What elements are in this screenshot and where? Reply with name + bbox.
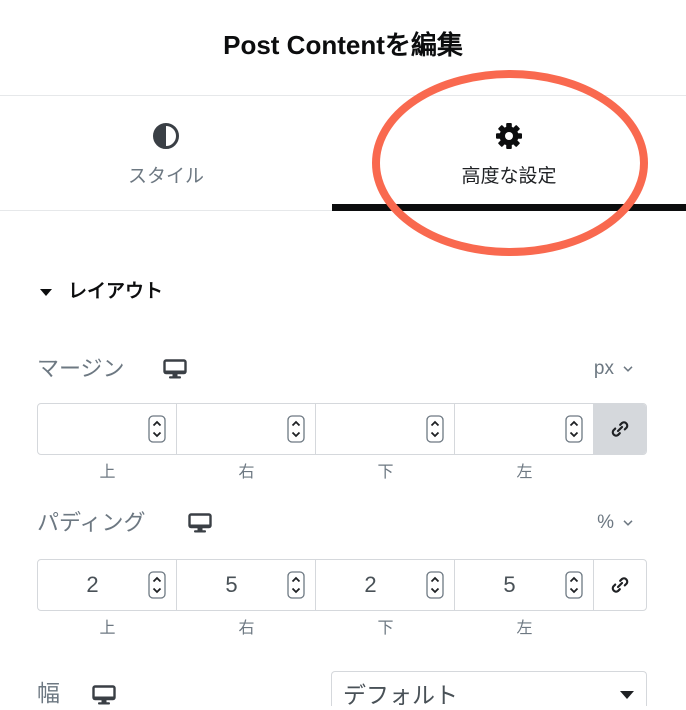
margin-right-cell — [177, 404, 316, 454]
padding-side-labels: 上 右 下 左 — [38, 618, 594, 640]
side-label-left: 左 — [516, 620, 533, 637]
desktop-icon[interactable] — [92, 685, 116, 705]
margin-dimensions — [37, 403, 647, 455]
side-label-top: 上 — [99, 464, 116, 481]
width-label: 幅 — [37, 680, 60, 706]
side-label-top: 上 — [99, 620, 116, 637]
spinner-icon[interactable] — [565, 571, 583, 599]
margin-top-input[interactable] — [38, 404, 147, 454]
section-layout-toggle[interactable]: レイアウト — [40, 279, 163, 305]
margin-bottom-input[interactable] — [316, 404, 425, 454]
padding-left-input[interactable] — [455, 560, 564, 610]
tab-advanced[interactable]: 高度な設定 — [332, 96, 686, 211]
desktop-icon[interactable] — [163, 359, 187, 379]
gear-icon — [495, 122, 523, 150]
link-icon — [610, 419, 630, 439]
spinner-icon[interactable] — [287, 415, 305, 443]
margin-unit-select[interactable]: px — [594, 355, 633, 383]
padding-link-values-button[interactable] — [594, 560, 646, 610]
padding-unit-value: % — [597, 512, 614, 533]
caret-down-icon — [620, 691, 634, 699]
padding-dimensions — [37, 559, 647, 611]
padding-bottom-cell — [316, 560, 455, 610]
link-icon — [610, 575, 630, 595]
chevron-down-icon — [623, 520, 633, 526]
active-tab-indicator — [332, 204, 686, 211]
width-select[interactable]: デフォルト — [331, 671, 647, 708]
padding-label: パディング — [37, 510, 146, 535]
margin-label: マージン — [37, 356, 125, 381]
spinner-icon[interactable] — [287, 571, 305, 599]
padding-bottom-input[interactable] — [316, 560, 425, 610]
side-label-left: 左 — [516, 464, 533, 481]
section-title: レイアウト — [68, 281, 164, 302]
padding-top-input[interactable] — [38, 560, 147, 610]
margin-left-cell — [455, 404, 594, 454]
side-label-bottom: 下 — [377, 464, 394, 481]
spinner-icon[interactable] — [426, 415, 444, 443]
spinner-icon[interactable] — [148, 571, 166, 599]
margin-right-input[interactable] — [177, 404, 286, 454]
side-label-right: 右 — [238, 464, 255, 481]
padding-right-input[interactable] — [177, 560, 286, 610]
caret-down-icon — [40, 288, 52, 296]
margin-bottom-cell — [316, 404, 455, 454]
chevron-down-icon — [623, 366, 633, 372]
spinner-icon[interactable] — [426, 571, 444, 599]
margin-side-labels: 上 右 下 左 — [38, 462, 594, 484]
margin-unit-value: px — [593, 358, 614, 379]
side-label-bottom: 下 — [377, 620, 394, 637]
padding-unit-select[interactable]: % — [597, 509, 633, 537]
tab-style-label: スタイル — [127, 166, 204, 187]
panel-title: Post Contentを編集 — [223, 30, 463, 60]
spinner-icon[interactable] — [148, 415, 166, 443]
panel-tabs: スタイル 高度な設定 — [0, 96, 686, 211]
side-label-right: 右 — [238, 620, 255, 637]
spinner-icon[interactable] — [565, 415, 583, 443]
padding-top-cell — [38, 560, 177, 610]
tab-style[interactable]: スタイル — [0, 96, 332, 210]
margin-left-input[interactable] — [455, 404, 564, 454]
tab-advanced-label: 高度な設定 — [461, 166, 557, 187]
contrast-icon — [152, 122, 180, 150]
desktop-icon[interactable] — [188, 513, 212, 533]
panel-header: Post Contentを編集 — [0, 0, 686, 96]
margin-top-cell — [38, 404, 177, 454]
margin-link-values-button[interactable] — [594, 404, 646, 454]
padding-right-cell — [177, 560, 316, 610]
padding-left-cell — [455, 560, 594, 610]
